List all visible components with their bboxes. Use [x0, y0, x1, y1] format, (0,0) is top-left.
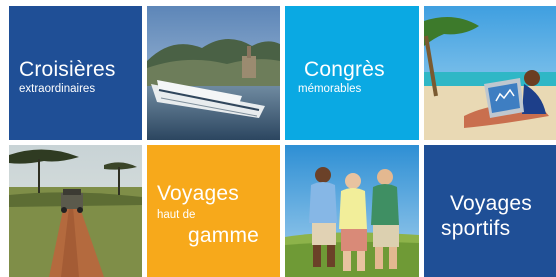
safari-jeep-photo[interactable] — [9, 145, 142, 277]
tile-voyages-haut-de-gamme[interactable]: Voyages haut de gamme — [147, 145, 280, 277]
tile-voyages-haut-line2: haut de — [157, 209, 196, 221]
tile-croisieres-subtitle: extraordinaires — [19, 83, 96, 95]
tile-voyages-sportifs-line2: sportifs — [441, 217, 511, 240]
tile-congres-title: Congrès — [304, 58, 385, 81]
tile-voyages-sportifs-line1: Voyages — [450, 192, 532, 215]
tile-voyages-haut-line3: gamme — [188, 224, 260, 247]
golf-players-photo[interactable] — [285, 145, 419, 277]
tile-croisieres-title: Croisières — [19, 58, 116, 81]
river-cruise-image — [147, 6, 280, 140]
safari-jeep-image — [9, 145, 142, 277]
river-cruise-photo[interactable] — [147, 6, 280, 140]
tile-congres[interactable]: Congrès mémorables — [285, 6, 419, 140]
beach-laptop-image — [424, 6, 556, 140]
category-grid: Croisières extraordinaires Congrès mémor… — [0, 0, 556, 277]
tile-voyages-haut-line1: Voyages — [157, 182, 239, 205]
beach-laptop-photo[interactable] — [424, 6, 556, 140]
tile-congres-subtitle: mémorables — [298, 83, 362, 95]
tile-croisieres[interactable]: Croisières extraordinaires — [9, 6, 142, 140]
golf-players-image — [285, 145, 419, 277]
tile-voyages-sportifs[interactable]: Voyages sportifs — [424, 145, 556, 277]
